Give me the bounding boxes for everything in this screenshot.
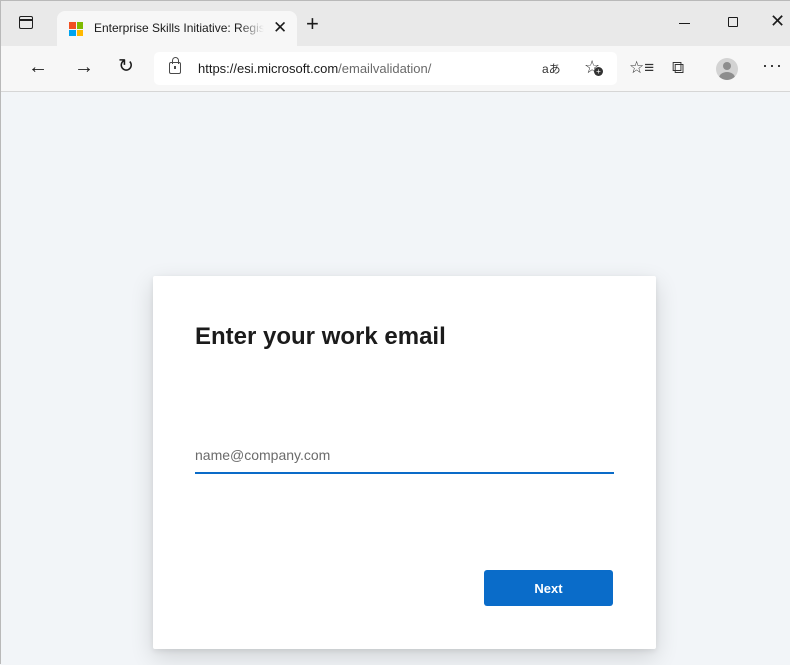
- plus-badge-icon: +: [594, 67, 603, 76]
- maximize-icon[interactable]: [728, 17, 738, 27]
- tab-close-icon[interactable]: ✕: [273, 18, 287, 38]
- tab-active[interactable]: Enterprise Skills Initiative: Registe ✕: [57, 11, 297, 47]
- title-bar: Enterprise Skills Initiative: Registe ✕ …: [1, 1, 790, 47]
- email-field[interactable]: [195, 432, 614, 474]
- url-text[interactable]: https://esi.microsoft.com/emailvalidatio…: [198, 61, 431, 76]
- minimize-icon[interactable]: [679, 23, 690, 25]
- add-favorite-icon[interactable]: ☆ +: [584, 57, 603, 78]
- refresh-icon[interactable]: ↻: [118, 56, 134, 78]
- read-aloud-icon[interactable]: aあ: [542, 60, 561, 77]
- next-button[interactable]: Next: [484, 570, 613, 606]
- tab-title: Enterprise Skills Initiative: Registe: [94, 21, 264, 35]
- email-card: Enter your work email Next: [153, 276, 656, 649]
- back-icon[interactable]: ←: [28, 56, 48, 78]
- lock-icon[interactable]: [169, 57, 181, 74]
- collections-icon[interactable]: ⧉: [672, 58, 684, 78]
- address-toolbar: ← → ↻ https://esi.microsoft.com/emailval…: [1, 46, 790, 92]
- tab-actions-icon[interactable]: [19, 16, 33, 29]
- profile-avatar-icon[interactable]: [716, 58, 738, 80]
- page-title: Enter your work email: [195, 323, 446, 350]
- address-bar[interactable]: https://esi.microsoft.com/emailvalidatio…: [154, 52, 617, 85]
- window-close-icon[interactable]: ✕: [770, 11, 785, 31]
- browser-window: Enterprise Skills Initiative: Registe ✕ …: [0, 0, 790, 665]
- url-path: /emailvalidation/: [338, 61, 432, 76]
- new-tab-icon[interactable]: +: [306, 13, 319, 35]
- url-host: https://esi.microsoft.com: [198, 61, 339, 76]
- forward-icon[interactable]: →: [74, 56, 94, 78]
- more-options-icon[interactable]: ···: [762, 55, 783, 76]
- favorites-icon[interactable]: ☆≡: [629, 58, 654, 78]
- page-content: Enter your work email Next: [1, 92, 790, 665]
- microsoft-logo-icon: [69, 22, 83, 36]
